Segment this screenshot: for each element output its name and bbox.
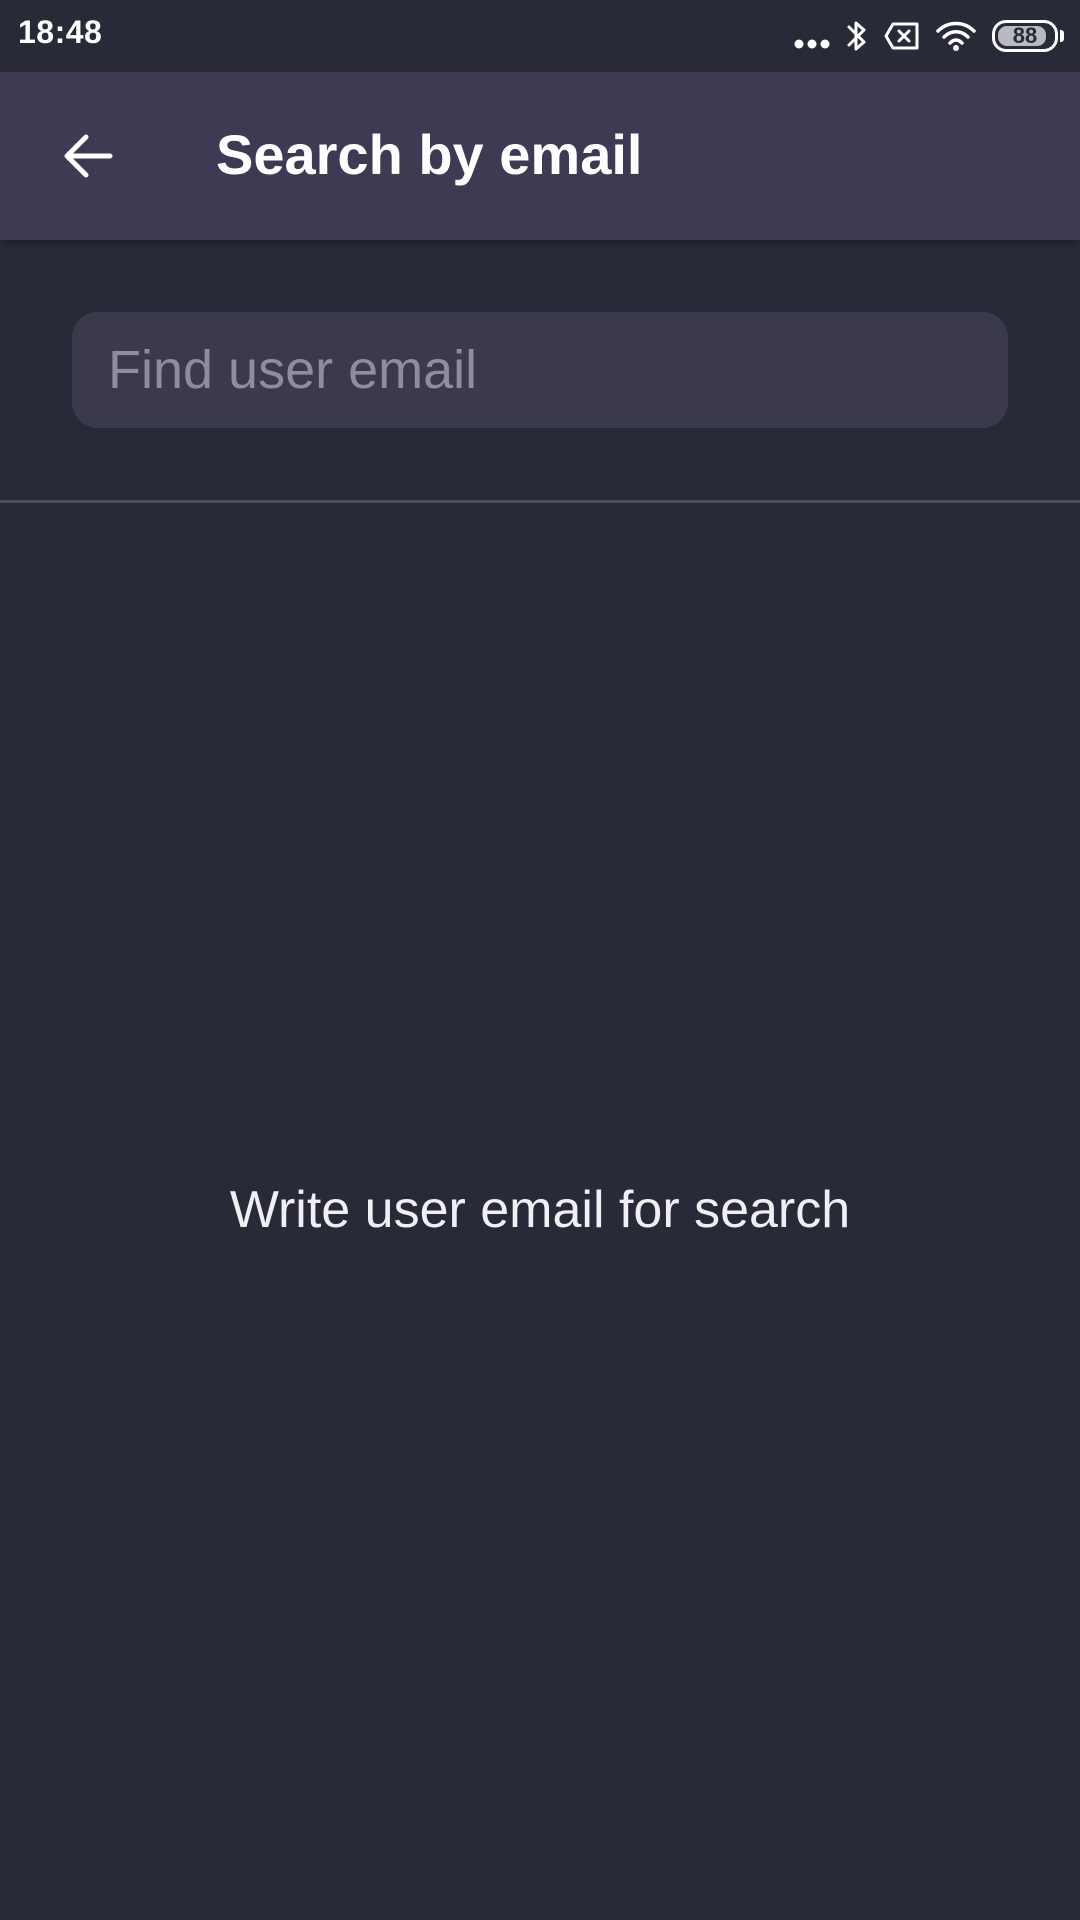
divider [0,500,1080,503]
more-dots-icon [794,39,830,49]
wifi-icon [936,20,976,52]
bluetooth-icon [846,18,868,54]
battery-icon: 88 [992,20,1058,52]
status-time: 18:48 [18,14,103,50]
status-icons: 88 [794,16,1064,56]
app-bar: Search by email [0,72,1080,240]
back-button[interactable] [40,108,136,204]
battery-indicator: 88 [992,20,1064,52]
no-sim-icon [884,22,920,50]
status-bar: 18:48 88 [0,0,1080,72]
page-title: Search by email [216,123,643,186]
search-field[interactable] [72,312,1008,428]
search-input[interactable] [108,312,972,428]
empty-state-message: Write user email for search [229,1181,851,1239]
arrow-back-icon [62,130,114,182]
battery-tip [1060,30,1064,42]
battery-level: 88 [1012,23,1038,48]
